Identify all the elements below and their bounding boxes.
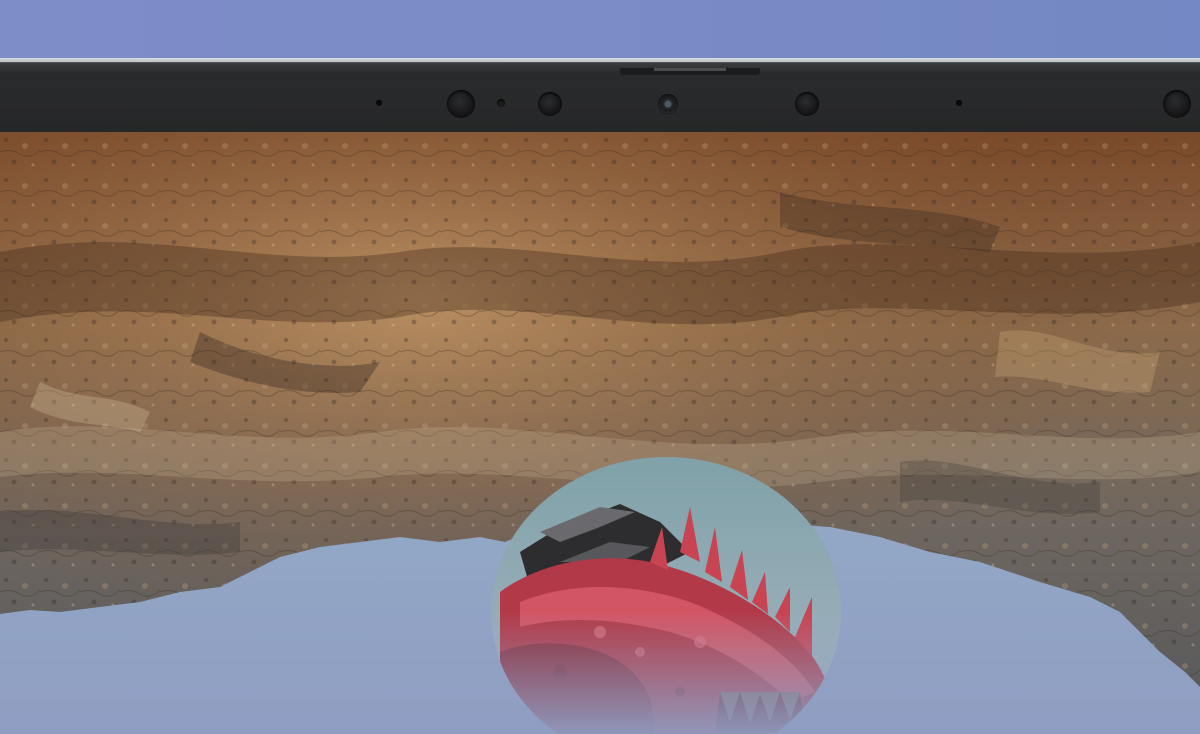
- screen-bezel: [0, 62, 1200, 133]
- microphone-right: [956, 100, 962, 106]
- ir-sensor-right: [1163, 90, 1191, 118]
- ir-emitter-right: [795, 92, 819, 116]
- indicator-light: [497, 99, 505, 107]
- cave-arch-illustration: [0, 132, 1200, 734]
- webcam-icon: [658, 94, 678, 114]
- wallpaper-scene: [0, 132, 1200, 734]
- background-top: [0, 0, 1200, 62]
- ambient-light-sensor: [376, 100, 382, 106]
- ir-sensor-left: [447, 90, 475, 118]
- lid-notch: [620, 68, 760, 75]
- ir-emitter-left: [538, 92, 562, 116]
